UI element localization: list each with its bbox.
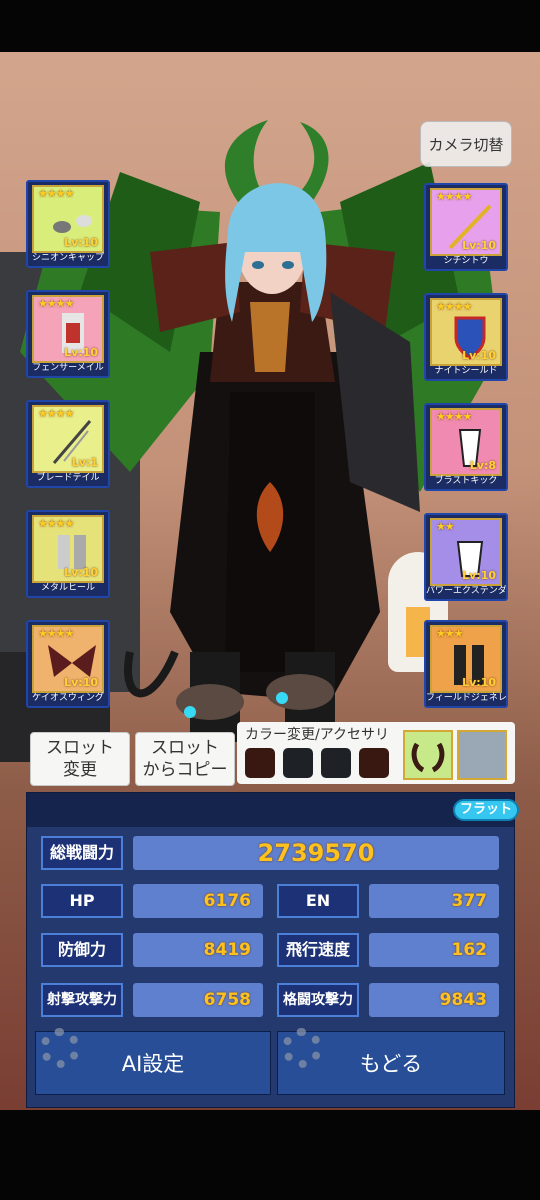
equip-item-face: ★★ Lv:10 <box>430 518 502 586</box>
equip-level: Lv:10 <box>64 346 98 359</box>
equip-item-face: ★★★★ Lv:10 <box>430 188 502 256</box>
navigation-bar <box>0 1110 540 1200</box>
equip-slot-left-4[interactable]: ★★★★ Lv:10 メタルヒール <box>26 510 110 598</box>
slot-change-button[interactable]: スロット 変更 <box>30 732 130 786</box>
equip-item-face: ★★★★ Lv:10 <box>32 295 104 363</box>
rarity-stars: ★★★★ <box>38 407 74 420</box>
flight-speed-label: 飛行速度 <box>277 933 359 967</box>
equip-name: ナイトシールド <box>434 366 498 376</box>
defense-label: 防御力 <box>41 933 123 967</box>
accessory-slot-1[interactable] <box>403 730 453 780</box>
accessory-slot-empty[interactable] <box>457 730 507 780</box>
color-swatch-2[interactable] <box>283 748 313 778</box>
ai-settings-label: AI設定 <box>121 1052 185 1076</box>
color-swatch-1[interactable] <box>245 748 275 778</box>
color-accessory-panel: カラー変更/アクセサリ <box>237 722 515 784</box>
rarity-stars: ★★★★ <box>38 627 74 640</box>
ranged-attack-value: 6758 <box>133 983 263 1017</box>
color-swatch-3[interactable] <box>321 748 351 778</box>
color-panel-title: カラー変更/アクセサリ <box>245 727 390 743</box>
equip-slot-right-3[interactable]: ★★★★ Lv:8 ブラストキック <box>424 403 508 491</box>
camera-switch-button[interactable]: カメラ切替 <box>420 121 512 167</box>
equip-slot-right-1[interactable]: ★★★★ Lv:10 シチシトウ <box>424 183 508 271</box>
equip-slot-left-1[interactable]: ★★★★ Lv:10 シニオンキャップ <box>26 180 110 268</box>
rarity-stars: ★★★★ <box>436 410 472 423</box>
defense-value: 8419 <box>133 933 263 967</box>
equip-level: Lv:1 <box>71 456 98 469</box>
back-label: もどる <box>359 1052 423 1076</box>
equip-name: ブレードテイル <box>36 473 100 483</box>
equip-item-face: ★★★★ Lv:10 <box>430 298 502 366</box>
en-value: 377 <box>369 884 499 918</box>
back-button[interactable]: もどる <box>277 1028 505 1095</box>
hp-label: HP <box>41 884 123 918</box>
color-swatch-4[interactable] <box>359 748 389 778</box>
equip-slot-right-2[interactable]: ★★★★ Lv:10 ナイトシールド <box>424 293 508 381</box>
claw-accessory-icon <box>411 742 445 773</box>
rarity-stars: ★★★★ <box>436 190 472 203</box>
equip-level: Lv:10 <box>64 676 98 689</box>
rarity-stars: ★★★★ <box>38 187 74 200</box>
equip-slot-left-2[interactable]: ★★★★ Lv:10 フェンサーメイル <box>26 290 110 378</box>
equip-item-face: ★★★★ Lv:1 <box>32 405 104 473</box>
rarity-stars: ★★★★ <box>38 297 74 310</box>
equip-slot-left-5[interactable]: ★★★★ Lv:10 ケイオスウィング <box>26 620 110 708</box>
flight-speed-value: 162 <box>369 933 499 967</box>
flat-mode-badge[interactable]: フラット <box>453 799 519 821</box>
equip-slot-right-4[interactable]: ★★ Lv:10 パワーエクステンダー <box>424 513 508 601</box>
en-label: EN <box>277 884 359 918</box>
equip-slot-left-3[interactable]: ★★★★ Lv:1 ブレードテイル <box>26 400 110 488</box>
equip-name: フェンサーメイル <box>32 363 104 373</box>
total-power-label: 総戦闘力 <box>41 836 123 870</box>
hp-value: 6176 <box>133 884 263 918</box>
melee-attack-label: 格闘攻撃力 <box>277 983 359 1017</box>
stats-header <box>27 793 514 827</box>
equip-level: Lv:10 <box>462 569 496 582</box>
rarity-stars: ★★★ <box>436 627 464 640</box>
equip-level: Lv:10 <box>64 236 98 249</box>
melee-attack-value: 9843 <box>369 983 499 1017</box>
equip-item-face: ★★★★ Lv:10 <box>32 625 104 693</box>
equip-name: シチシトウ <box>443 256 489 266</box>
equip-level: Lv:8 <box>469 459 496 472</box>
ai-settings-button[interactable]: AI設定 <box>35 1028 271 1095</box>
equip-level: Lv:10 <box>462 676 496 689</box>
equip-item-face: ★★★★ Lv:10 <box>32 185 104 253</box>
rarity-stars: ★★★★ <box>38 517 74 530</box>
equip-name: メタルヒール <box>40 583 95 593</box>
rarity-stars: ★★ <box>436 520 455 533</box>
ranged-attack-label: 射撃攻撃力 <box>41 983 123 1017</box>
rarity-stars: ★★★★ <box>436 300 472 313</box>
equip-item-face: ★★★★ Lv:8 <box>430 408 502 476</box>
total-power-value: 2739570 <box>133 836 499 870</box>
equip-name: ケイオスウィング <box>32 693 104 703</box>
equip-slot-right-5[interactable]: ★★★ Lv:10 フィールドジェネレーター <box>424 620 508 708</box>
equip-name: ブラストキック <box>434 476 498 486</box>
equip-level: Lv:10 <box>462 239 496 252</box>
equip-item-face: ★★★★ Lv:10 <box>32 515 104 583</box>
equip-name: パワーエクステンダー <box>426 586 506 596</box>
gear-icon <box>282 1028 322 1068</box>
slot-copy-button[interactable]: スロット からコピー <box>135 732 235 786</box>
equip-level: Lv:10 <box>462 349 496 362</box>
stats-panel: フラット 総戦闘力 2739570 HP 6176 EN 377 防御力 841… <box>26 792 519 1108</box>
status-bar <box>0 0 540 52</box>
equip-name: シニオンキャップ <box>31 253 104 263</box>
equip-item-face: ★★★ Lv:10 <box>430 625 502 693</box>
equip-level: Lv:10 <box>64 566 98 579</box>
equip-name: フィールドジェネレーター <box>426 693 506 703</box>
gear-icon <box>40 1028 80 1068</box>
